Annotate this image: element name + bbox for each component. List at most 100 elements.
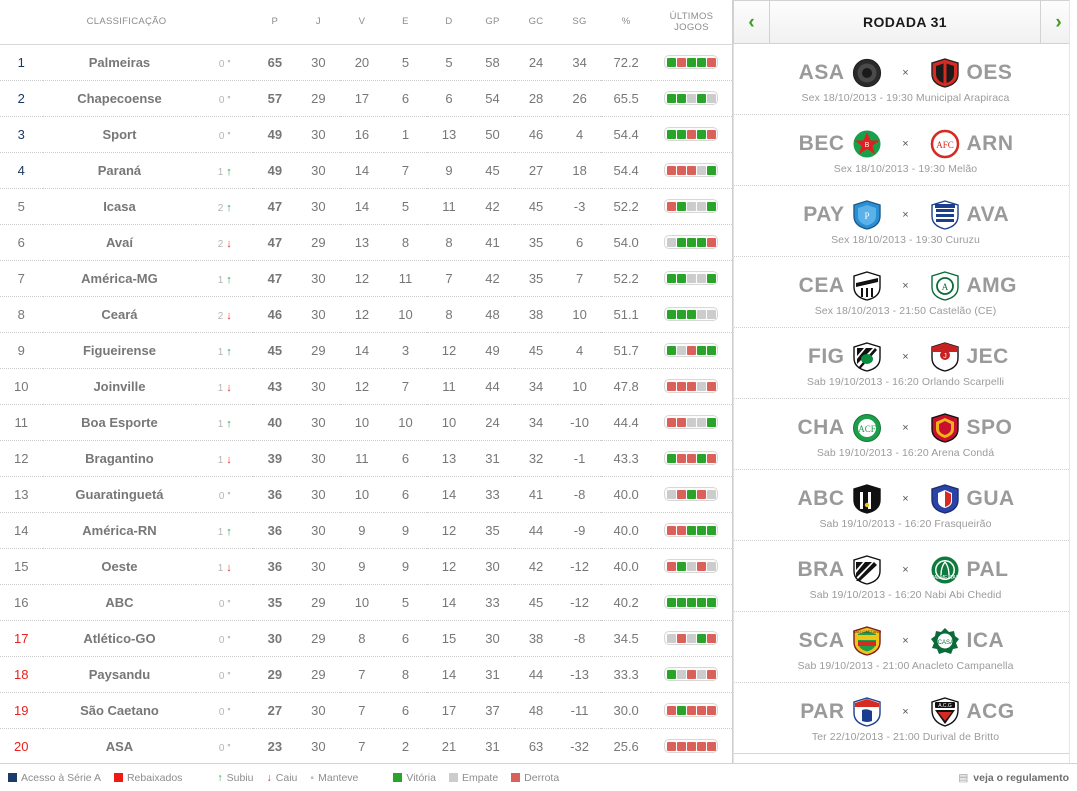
team-name[interactable]: Sport [42,116,197,153]
table-row[interactable]: 15 Oeste 1 ↓ 36 30 9 9 12 30 42 -12 40.0 [0,548,732,585]
team-name[interactable]: ABC [42,584,197,621]
form-result-V [686,309,696,319]
team-name[interactable]: Joinville [42,368,197,405]
team-name[interactable]: ASA [42,728,197,765]
table-row[interactable]: 7 América-MG 1 ↑ 47 30 12 11 7 42 35 7 52.2 [0,260,732,297]
percentage: 54.4 [601,152,651,189]
form-result-V [666,669,676,679]
table-row[interactable]: 19 São Caetano 0 ▪ 27 30 7 6 17 37 48 -11 30.0 [0,692,732,729]
header-d[interactable]: D [427,0,471,45]
table-row[interactable]: 8 Ceará 2 ↓ 46 30 12 10 8 48 38 10 51.1 [0,296,732,333]
header-classification[interactable]: CLASSIFICAÇÃO [0,0,254,45]
fixture-row[interactable]: ASA × OES Sex 18/10/2013 - 19:30 Municipal … [734,44,1077,115]
form-result-D [706,453,716,463]
table-row[interactable]: 2 Chapecoense 0 ▪ 57 29 17 6 6 54 28 26 65.5 [0,80,732,117]
header-v[interactable]: V [340,0,384,45]
header-p[interactable]: P [253,0,297,45]
fixture-row[interactable]: CEA × A AMG Sex 18/10/2013 - 21:50 Castelão … [734,257,1077,328]
fixture-row[interactable]: PAY P × AVA Sex 18/10/2013 - 19:30 Curuzu [734,186,1077,257]
team-name[interactable]: Chapecoense [42,80,197,117]
header-gp[interactable]: GP [470,0,515,45]
team-name[interactable]: Paysandu [42,656,197,693]
fixture-row[interactable]: SCA SÃO CAETANO × ICASA ICA Sab 19/10/2013 - … [734,612,1077,683]
form-result-D [706,237,716,247]
header-j[interactable]: J [296,0,341,45]
form-pill [664,307,719,321]
draws: 8 [383,656,428,693]
goal-difference: -10 [557,404,602,441]
team-name[interactable]: Guaratinguetá [42,476,197,513]
movement-arrow-icon: ▪ [227,703,231,714]
points: 39 [253,440,297,477]
form-result-V [696,345,706,355]
team-name[interactable]: América-RN [42,512,197,549]
form-result-V [666,273,676,283]
table-row[interactable]: 6 Avaí 2 ↓ 47 29 13 8 8 41 35 6 54.0 [0,224,732,261]
team-name[interactable]: Ceará [42,296,197,333]
recent-form [650,224,732,261]
team-name[interactable]: Avaí [42,224,197,261]
table-row[interactable]: 4 Paraná 1 ↑ 49 30 14 7 9 45 27 18 54.4 [0,152,732,189]
fixture-row[interactable]: CHA ACF × SPO Sab 19/10/2013 - 16:20 Arena C… [734,399,1077,470]
team-name[interactable]: América-MG [42,260,197,297]
header-percent[interactable]: % [601,0,651,45]
form-result-V [696,597,706,607]
losses: 12 [427,512,471,549]
table-row[interactable]: 13 Guaratinguetá 0 ▪ 36 30 10 6 14 33 41 -8 40.0 [0,476,732,513]
team-name[interactable]: Palmeiras [42,44,197,81]
movement-arrow-icon: ↑ [226,525,232,538]
home-team-abbr: PAR [800,699,845,723]
table-row[interactable]: 5 Icasa 2 ↑ 47 30 14 5 11 42 45 -3 52.2 [0,188,732,225]
regulation-link[interactable]: ▤ veja o regulamento [958,772,1069,784]
movement-indicator: 0 ▪ [196,620,254,657]
table-row[interactable]: 11 Boa Esporte 1 ↑ 40 30 10 10 10 24 34 -10 44.4 [0,404,732,441]
away-team-abbr: OES [966,60,1013,84]
table-row[interactable]: 16 ABC 0 ▪ 35 29 10 5 14 33 45 -12 40.2 [0,584,732,621]
legend-item: Acesso à Série A [8,772,101,784]
goals-for: 45 [470,152,515,189]
fixture-teams: FIG × J JEC [787,341,1025,372]
away-team-crest-icon: A.C.G [930,696,960,727]
fixture-row[interactable]: ABC × GUA Sab 19/10/2013 - 16:20 Frasqueirã… [734,470,1077,541]
team-name[interactable]: Bragantino [42,440,197,477]
table-row[interactable]: 17 Atlético-GO 0 ▪ 30 29 8 6 15 30 38 -8 34.5 [0,620,732,657]
table-row[interactable]: 10 Joinville 1 ↓ 43 30 12 7 11 44 34 10 47.8 [0,368,732,405]
fixture-row[interactable]: FIG × J JEC Sab 19/10/2013 - 16:20 Orlando S… [734,328,1077,399]
movement-indicator: 1 ↑ [196,512,254,549]
header-e[interactable]: E [383,0,428,45]
fixture-row[interactable]: BRA × PALMEIRAS PAL Sab 19/10/2013 - 16:20 N… [734,541,1077,612]
points: 36 [253,548,297,585]
table-row[interactable]: 14 América-RN 1 ↑ 36 30 9 9 12 35 44 -9 40.0 [0,512,732,549]
team-name[interactable]: São Caetano [42,692,197,729]
table-row[interactable]: 1 Palmeiras 0 ▪ 65 30 20 5 5 58 24 34 72.2 [0,44,732,81]
form-result-V [676,561,686,571]
team-name[interactable]: Atlético-GO [42,620,197,657]
team-name[interactable]: Boa Esporte [42,404,197,441]
form-result-V [676,597,686,607]
table-row[interactable]: 3 Sport 0 ▪ 49 30 16 1 13 50 46 4 54.4 [0,116,732,153]
goals-against: 45 [514,584,558,621]
table-row[interactable]: 12 Bragantino 1 ↓ 39 30 11 6 13 31 32 -1 43.3 [0,440,732,477]
table-row[interactable]: 9 Figueirense 1 ↑ 45 29 14 3 12 49 45 4 51.7 [0,332,732,369]
fixture-row[interactable]: BEC B × AFC ARN Sex 18/10/2013 - 19:30 Melão [734,115,1077,186]
main-split: CLASSIFICAÇÃO P J V E D GP GC SG % ÚLTIM… [0,0,1077,765]
goals-for: 24 [470,404,515,441]
team-name[interactable]: Oeste [42,548,197,585]
form-result-D [686,381,696,391]
team-name[interactable]: Paraná [42,152,197,189]
team-name[interactable]: Figueirense [42,332,197,369]
form-result-V [686,597,696,607]
table-row[interactable]: 18 Paysandu 0 ▪ 29 29 7 8 14 31 44 -13 33.3 [0,656,732,693]
svg-text:A: A [941,282,948,292]
movement-indicator: 1 ↑ [196,404,254,441]
header-gc[interactable]: GC [514,0,558,45]
previous-round-button[interactable]: ‹ [733,0,769,44]
scrollbar-track[interactable] [1069,0,1077,763]
goals-against: 42 [514,548,558,585]
wins: 12 [340,296,384,333]
header-sg[interactable]: SG [557,0,602,45]
fixture-row[interactable]: PAR × A.C.G ACG Ter 22/10/2013 - 21:00 Duriv… [734,683,1077,754]
team-name[interactable]: Icasa [42,188,197,225]
table-row[interactable]: 20 ASA 0 ▪ 23 30 7 2 21 31 63 -32 25.6 [0,728,732,765]
form-result-D [666,417,676,427]
